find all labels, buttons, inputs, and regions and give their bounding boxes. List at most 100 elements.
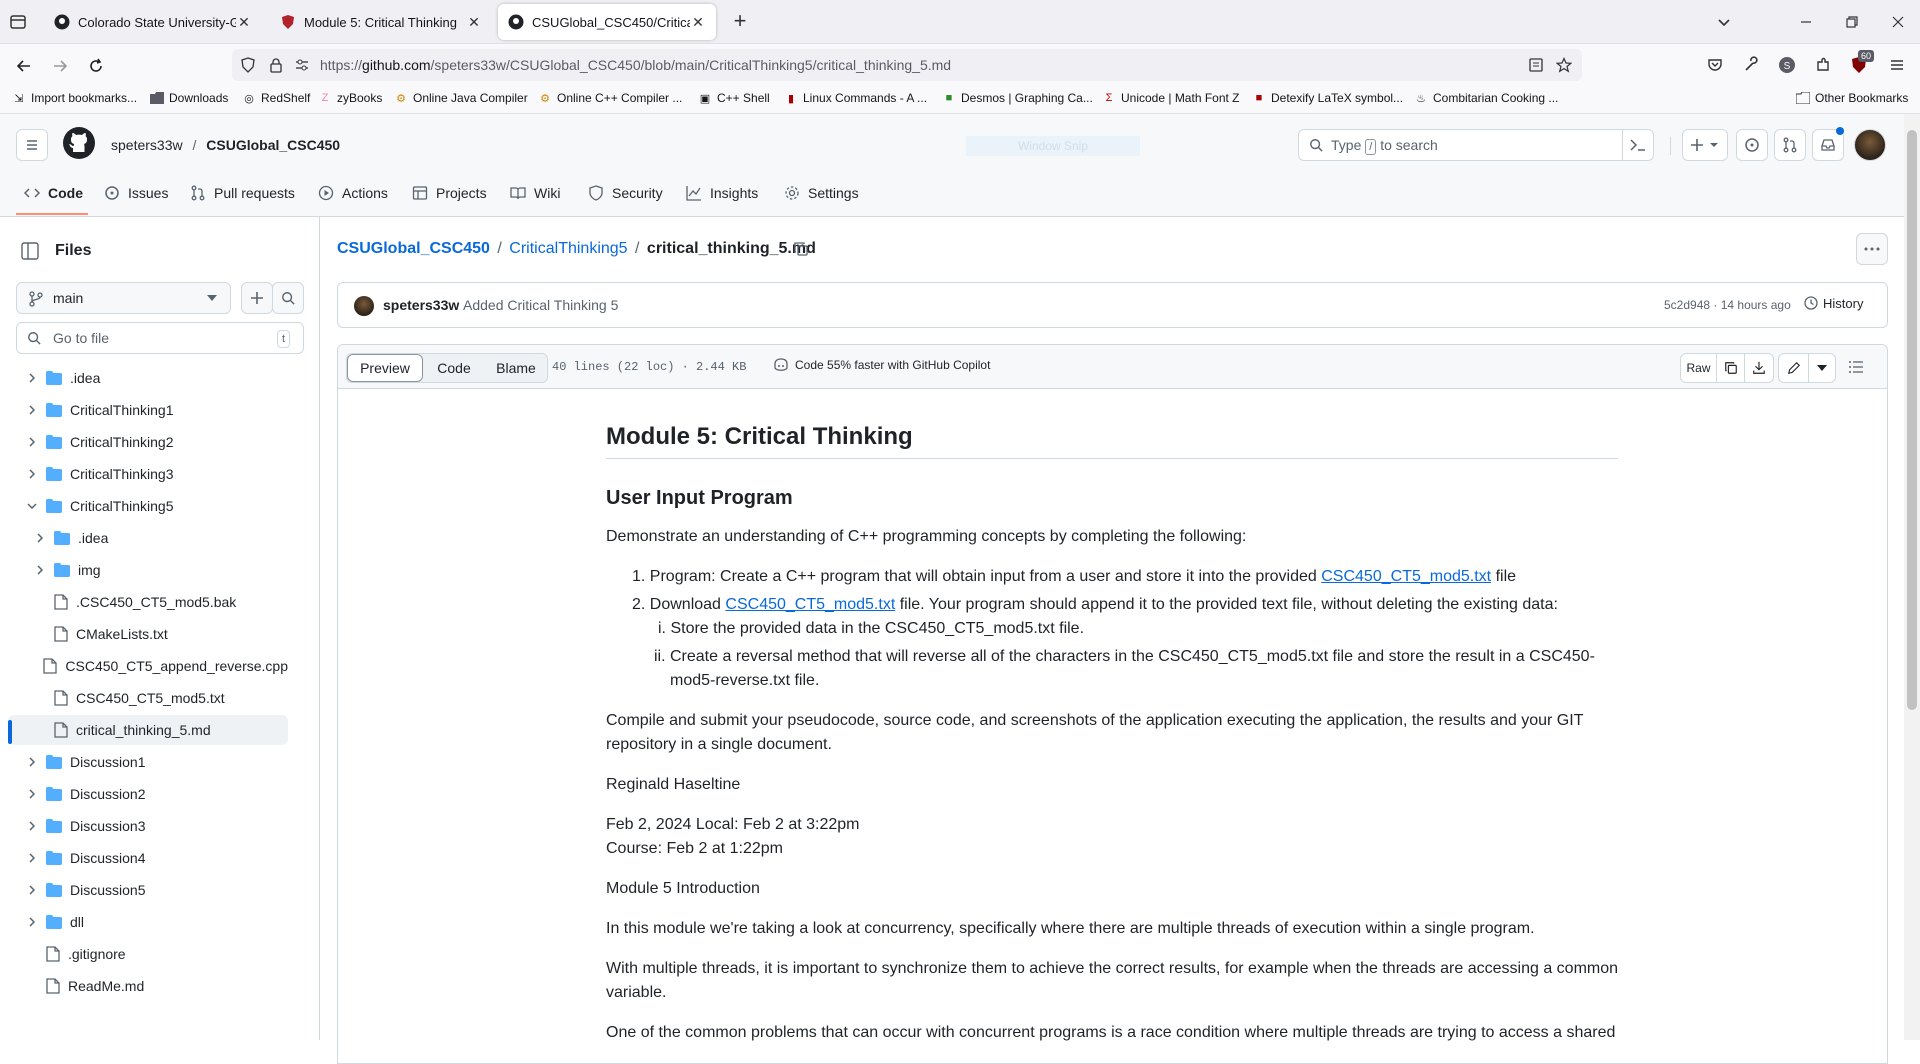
tree-folder[interactable]: .idea [8, 523, 288, 553]
avatar[interactable] [1854, 129, 1886, 161]
csc450-file-link[interactable]: CSC450_CT5_mod5.txt [1321, 568, 1491, 585]
tree-folder[interactable]: Discussion4 [8, 843, 288, 873]
search-files-button[interactable] [272, 282, 304, 314]
chevron-right-icon[interactable] [32, 533, 48, 543]
commit-author-avatar[interactable] [354, 296, 374, 316]
copilot-promo[interactable]: Code 55% faster with GitHub Copilot [773, 358, 990, 372]
account-icon[interactable]: S [1778, 56, 1796, 74]
csc450-file-link[interactable]: CSC450_CT5_mod5.txt [725, 596, 895, 613]
chevron-right-icon[interactable] [24, 437, 40, 447]
chevron-right-icon[interactable] [24, 917, 40, 927]
chevron-right-icon[interactable] [24, 757, 40, 767]
tab-pull-requests[interactable]: Pull requests [190, 185, 295, 201]
bookmark-redshelf[interactable]: ◎ RedShelf [242, 91, 310, 105]
permissions-icon[interactable] [294, 57, 310, 73]
go-to-file-input[interactable]: Go to file t [16, 322, 304, 354]
add-file-button[interactable] [241, 282, 273, 314]
tree-folder[interactable]: CriticalThinking1 [8, 395, 288, 425]
tree-folder[interactable]: img [8, 555, 288, 585]
address-bar[interactable]: https://github.com/speters33w/CSUGlobal_… [232, 49, 1582, 81]
command-palette-icon[interactable] [1630, 138, 1646, 152]
bookmark-import[interactable]: ⇲ Import bookmarks... [12, 91, 137, 105]
tree-folder[interactable]: dll [8, 907, 288, 937]
close-window-icon[interactable] [1888, 12, 1908, 32]
tree-file[interactable]: ReadMe.md [8, 971, 288, 1001]
forward-icon[interactable] [46, 52, 74, 80]
chevron-right-icon[interactable] [32, 565, 48, 575]
owner-link[interactable]: speters33w [111, 137, 183, 153]
tree-file[interactable]: .CSC450_CT5_mod5.bak [8, 587, 288, 617]
browser-tab-github[interactable]: CSUGlobal_CSC450/CriticalThin ✕ [498, 4, 716, 40]
tab-overview-icon[interactable] [8, 12, 28, 32]
url-text[interactable]: https://github.com/speters33w/CSUGlobal_… [320, 57, 951, 73]
blame-tab[interactable]: Blame [485, 354, 547, 382]
back-icon[interactable] [10, 52, 38, 80]
chevron-right-icon[interactable] [24, 853, 40, 863]
bookmark-star-icon[interactable] [1556, 57, 1572, 73]
breadcrumb-folder-link[interactable]: CriticalThinking5 [509, 240, 627, 257]
bookmark-cpp-compiler[interactable]: ⚙ Online C++ Compiler ... [538, 91, 682, 105]
close-tab-icon[interactable]: ✕ [466, 14, 482, 30]
tracking-shield-icon[interactable] [240, 57, 256, 73]
tab-code[interactable]: Code [24, 185, 83, 201]
pencil-icon[interactable] [1779, 354, 1809, 382]
commit-author[interactable]: speters33w [383, 297, 459, 313]
tab-actions[interactable]: Actions [318, 185, 388, 201]
code-tab[interactable]: Code [423, 354, 485, 382]
issues-icon[interactable] [1736, 129, 1768, 161]
tree-folder[interactable]: Discussion2 [8, 779, 288, 809]
bookmark-unicode[interactable]: Σ Unicode | Math Font Z [1102, 91, 1240, 105]
chevron-right-icon[interactable] [24, 821, 40, 831]
bookmark-linux-commands[interactable]: ▮ Linux Commands - A ... [784, 91, 927, 105]
close-tab-icon[interactable]: ✕ [236, 14, 252, 30]
commit-hash[interactable]: 5c2d948 [1664, 298, 1710, 312]
tree-file[interactable]: .gitignore [8, 939, 288, 969]
chevron-right-icon[interactable] [24, 885, 40, 895]
copy-path-icon[interactable] [793, 241, 809, 257]
copy-raw-icon[interactable] [1717, 354, 1745, 382]
list-tabs-icon[interactable] [1714, 12, 1734, 32]
app-menu-icon[interactable] [1888, 56, 1906, 74]
tree-folder[interactable]: Discussion3 [8, 811, 288, 841]
more-options-icon[interactable] [1856, 233, 1888, 265]
close-tab-icon[interactable]: ✕ [690, 14, 706, 30]
reload-icon[interactable] [82, 52, 110, 80]
bookmark-desmos[interactable]: ■ Desmos | Graphing Ca... [942, 91, 1093, 105]
tree-folder[interactable]: Discussion1 [8, 747, 288, 777]
tree-file[interactable]: CSC450_CT5_append_reverse.cpp [8, 651, 288, 681]
github-logo-icon[interactable] [63, 127, 95, 159]
bookmark-downloads[interactable]: Downloads [150, 91, 228, 105]
tab-wiki[interactable]: Wiki [510, 185, 560, 201]
bookmark-zybooks[interactable]: ZzyBooks [318, 91, 383, 105]
reader-view-icon[interactable] [1528, 57, 1544, 73]
browser-tab-module5[interactable]: Module 5: Critical Thinking ✕ [270, 4, 492, 40]
tab-security[interactable]: Security [588, 185, 663, 201]
tree-folder[interactable]: CriticalThinking5 [8, 491, 288, 521]
chevron-right-icon[interactable] [24, 789, 40, 799]
tree-folder[interactable]: CriticalThinking3 [8, 459, 288, 489]
chevron-right-icon[interactable] [24, 405, 40, 415]
new-tab-icon[interactable]: + [728, 10, 752, 34]
bookmark-other[interactable]: Other Bookmarks [1796, 91, 1908, 105]
commit-message[interactable]: Added Critical Thinking 5 [463, 297, 618, 313]
pull-requests-icon[interactable] [1774, 129, 1806, 161]
raw-button[interactable]: Raw [1681, 354, 1717, 382]
chevron-right-icon[interactable] [24, 373, 40, 383]
chevron-down-icon[interactable] [24, 501, 40, 511]
repo-link[interactable]: CSUGlobal_CSC450 [206, 137, 340, 153]
bookmark-detexify[interactable]: ■ Detexify LaTeX symbol... [1252, 91, 1403, 105]
pocket-icon[interactable] [1706, 56, 1724, 74]
browser-tab-csu[interactable]: Colorado State University-Glob ✕ [44, 4, 262, 40]
bookmark-cpp-shell[interactable]: ▣ C++ Shell [698, 91, 770, 105]
tree-folder[interactable]: Discussion5 [8, 875, 288, 905]
lock-icon[interactable] [268, 57, 284, 73]
tree-file[interactable]: CSC450_CT5_mod5.txt [8, 683, 288, 713]
extensions-icon[interactable] [1814, 56, 1832, 74]
tab-settings[interactable]: Settings [784, 185, 859, 201]
download-icon[interactable] [1745, 354, 1773, 382]
collapse-sidebar-icon[interactable] [16, 237, 44, 265]
tree-file[interactable]: critical_thinking_5.md [8, 715, 288, 745]
chevron-down-icon[interactable] [1809, 354, 1835, 382]
tab-issues[interactable]: Issues [104, 185, 168, 201]
tree-file[interactable]: CMakeLists.txt [8, 619, 288, 649]
